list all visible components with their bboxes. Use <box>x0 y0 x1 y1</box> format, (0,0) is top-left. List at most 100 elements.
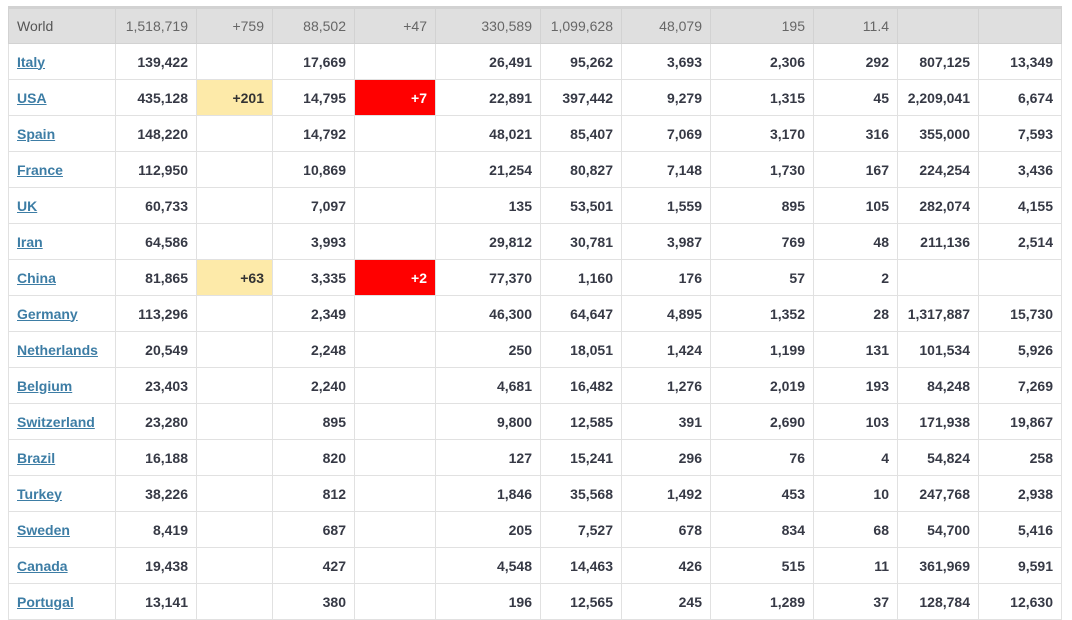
world-total-recovered: 330,589 <box>435 6 541 44</box>
country-link[interactable]: Italy <box>17 54 45 70</box>
total-cases-cell: 23,280 <box>115 403 197 440</box>
country-link[interactable]: Switzerland <box>17 414 95 430</box>
country-link[interactable]: Iran <box>17 234 43 250</box>
country-cell: UK <box>8 187 116 224</box>
world-cases-per-1m: 195 <box>710 6 814 44</box>
total-recovered-cell: 250 <box>435 331 541 368</box>
cases-per-1m-cell: 1,199 <box>710 331 814 368</box>
new-deaths-cell <box>354 151 436 188</box>
total-cases-cell: 20,549 <box>115 331 197 368</box>
total-tests-cell: 128,784 <box>897 583 979 620</box>
country-link[interactable]: China <box>17 270 56 286</box>
new-cases-cell <box>196 439 273 476</box>
total-recovered-cell: 196 <box>435 583 541 620</box>
active-cases-cell: 1,160 <box>540 259 622 296</box>
country-link[interactable]: France <box>17 162 63 178</box>
new-deaths-cell: +2 <box>354 259 436 296</box>
new-cases-cell <box>196 403 273 440</box>
serious-critical-cell: 245 <box>621 583 711 620</box>
cases-per-1m-cell: 3,170 <box>710 115 814 152</box>
serious-critical-cell: 7,069 <box>621 115 711 152</box>
cases-per-1m-cell: 1,289 <box>710 583 814 620</box>
deaths-per-1m-cell: 2 <box>813 259 898 296</box>
total-cases-cell: 113,296 <box>115 295 197 332</box>
serious-critical-cell: 426 <box>621 547 711 584</box>
total-cases-cell: 19,438 <box>115 547 197 584</box>
table-row: Germany 113,296 2,349 46,300 64,647 4,895 1,35… <box>8 295 1062 332</box>
country-link[interactable]: Canada <box>17 558 68 574</box>
total-deaths-cell: 2,240 <box>272 367 355 404</box>
serious-critical-cell: 176 <box>621 259 711 296</box>
new-cases-cell <box>196 583 273 620</box>
total-tests-cell: 54,824 <box>897 439 979 476</box>
country-link[interactable]: Sweden <box>17 522 70 538</box>
country-cell: Brazil <box>8 439 116 476</box>
total-recovered-cell: 4,548 <box>435 547 541 584</box>
cases-per-1m-cell: 2,019 <box>710 367 814 404</box>
tests-per-1m-cell: 6,674 <box>978 79 1062 116</box>
active-cases-cell: 35,568 <box>540 475 622 512</box>
active-cases-cell: 397,442 <box>540 79 622 116</box>
country-cell: Iran <box>8 223 116 260</box>
new-deaths-cell <box>354 331 436 368</box>
world-total-tests <box>897 6 979 44</box>
total-deaths-cell: 14,795 <box>272 79 355 116</box>
deaths-per-1m-cell: 48 <box>813 223 898 260</box>
table-row: Spain 148,220 14,792 48,021 85,407 7,069 3,170… <box>8 115 1062 152</box>
total-cases-cell: 8,419 <box>115 511 197 548</box>
table-body: World 1,518,719 +759 88,502 +47 330,589 … <box>8 6 1062 620</box>
serious-critical-cell: 9,279 <box>621 79 711 116</box>
country-link[interactable]: Belgium <box>17 378 72 394</box>
total-recovered-cell: 127 <box>435 439 541 476</box>
country-link[interactable]: Netherlands <box>17 342 98 358</box>
active-cases-cell: 12,565 <box>540 583 622 620</box>
country-link[interactable]: USA <box>17 90 47 106</box>
table-row: Brazil 16,188 820 127 15,241 296 76 4 54,824 258 <box>8 439 1062 476</box>
total-cases-cell: 148,220 <box>115 115 197 152</box>
total-recovered-cell: 22,891 <box>435 79 541 116</box>
serious-critical-cell: 1,492 <box>621 475 711 512</box>
new-cases-cell <box>196 367 273 404</box>
deaths-per-1m-cell: 167 <box>813 151 898 188</box>
country-link[interactable]: Portugal <box>17 594 74 610</box>
country-cell: Italy <box>8 43 116 80</box>
total-recovered-cell: 205 <box>435 511 541 548</box>
country-link[interactable]: Spain <box>17 126 55 142</box>
new-cases-cell <box>196 475 273 512</box>
total-recovered-cell: 48,021 <box>435 115 541 152</box>
tests-per-1m-cell: 5,926 <box>978 331 1062 368</box>
total-tests-cell: 101,534 <box>897 331 979 368</box>
new-deaths-cell <box>354 475 436 512</box>
country-link[interactable]: UK <box>17 198 37 214</box>
total-deaths-cell: 3,335 <box>272 259 355 296</box>
active-cases-cell: 15,241 <box>540 439 622 476</box>
table-row: Canada 19,438 427 4,548 14,463 426 515 11 361,96… <box>8 547 1062 584</box>
table-row: Belgium 23,403 2,240 4,681 16,482 1,276 2,019 1… <box>8 367 1062 404</box>
country-link[interactable]: Turkey <box>17 486 62 502</box>
total-cases-cell: 13,141 <box>115 583 197 620</box>
table-row: Switzerland 23,280 895 9,800 12,585 391 2,690 1… <box>8 403 1062 440</box>
world-total-cases: 1,518,719 <box>115 6 197 44</box>
total-recovered-cell: 46,300 <box>435 295 541 332</box>
cases-per-1m-cell: 834 <box>710 511 814 548</box>
tests-per-1m-cell: 12,630 <box>978 583 1062 620</box>
total-deaths-cell: 687 <box>272 511 355 548</box>
new-deaths-cell <box>354 43 436 80</box>
world-total-deaths: 88,502 <box>272 6 355 44</box>
total-deaths-cell: 812 <box>272 475 355 512</box>
country-link[interactable]: Germany <box>17 306 78 322</box>
cases-per-1m-cell: 1,352 <box>710 295 814 332</box>
deaths-per-1m-cell: 11 <box>813 547 898 584</box>
total-tests-cell: 84,248 <box>897 367 979 404</box>
total-recovered-cell: 26,491 <box>435 43 541 80</box>
country-cell: Netherlands <box>8 331 116 368</box>
deaths-per-1m-cell: 10 <box>813 475 898 512</box>
new-deaths-cell <box>354 547 436 584</box>
country-link[interactable]: Brazil <box>17 450 55 466</box>
tests-per-1m-cell: 258 <box>978 439 1062 476</box>
serious-critical-cell: 391 <box>621 403 711 440</box>
deaths-per-1m-cell: 131 <box>813 331 898 368</box>
deaths-per-1m-cell: 292 <box>813 43 898 80</box>
tests-per-1m-cell: 13,349 <box>978 43 1062 80</box>
country-cell: Canada <box>8 547 116 584</box>
